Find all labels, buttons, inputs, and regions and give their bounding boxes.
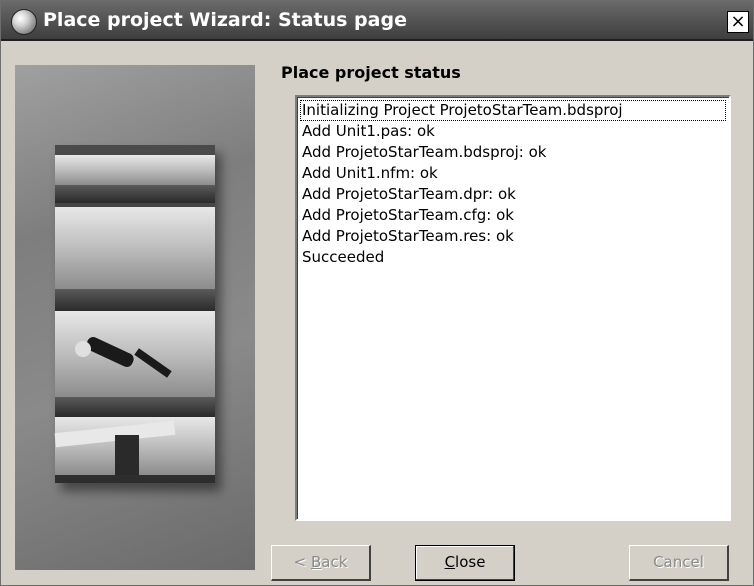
list-item[interactable]: Succeeded [300,247,726,268]
wizard-dialog: Place project Wizard: Status page × Plac… [0,0,754,586]
close-button[interactable]: Close [415,545,515,581]
list-item[interactable]: Add ProjetoStarTeam.dpr: ok [300,184,726,205]
list-item[interactable]: Add ProjetoStarTeam.cfg: ok [300,205,726,226]
cancel-button[interactable]: Cancel [629,545,729,581]
back-button[interactable]: < Back [271,545,371,581]
list-item[interactable]: Add ProjetoStarTeam.res: ok [300,226,726,247]
wizard-side-image [15,65,255,570]
list-item[interactable]: Initializing Project ProjetoStarTeam.bds… [300,100,726,121]
title-bar[interactable]: Place project Wizard: Status page × [1,1,753,41]
wizard-globe-icon [11,9,37,35]
window-title: Place project Wizard: Status page [43,9,407,31]
list-item[interactable]: Add Unit1.pas: ok [300,121,726,142]
list-item[interactable]: Add Unit1.nfm: ok [300,163,726,184]
status-log-list[interactable]: Initializing Project ProjetoStarTeam.bds… [295,95,731,521]
page-heading: Place project status [281,63,461,82]
close-window-button[interactable]: × [727,11,749,33]
list-item[interactable]: Add ProjetoStarTeam.bdsproj: ok [300,142,726,163]
construction-frame-picture [54,145,215,483]
